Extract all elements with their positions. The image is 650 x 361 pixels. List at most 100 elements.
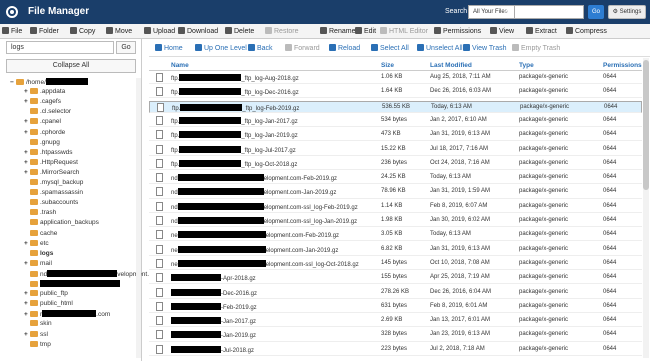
file-name[interactable]: -Feb-2019.gz (171, 302, 257, 311)
file-row[interactable]: -Jan-2017.gz 2.69 KB Jan 13, 2017, 6:01 AM… (149, 315, 642, 328)
column-header-last-modified[interactable]: Last Modified (430, 62, 472, 69)
file-row[interactable]: ne elopment.com-Feb-2019.gz 3.05 KB Today, … (149, 229, 642, 242)
file-row[interactable]: ftp. _ftp_log-Dec-2016.gz 1.64 KB Dec 26, 2… (149, 86, 642, 99)
search-go-button[interactable]: Go (588, 5, 604, 19)
column-header-size[interactable]: Size (381, 62, 394, 69)
file-name[interactable]: ftp. _ftp_log-Jan-2017.gz (171, 116, 298, 125)
file-name[interactable]: ftp. _ftp_log-Jan-2019.gz (171, 131, 298, 139)
tree-folder-publicftp[interactable]: + public_ftp (24, 290, 68, 300)
file-row[interactable]: -Apr-2018.gz 155 bytes Apr 25, 2018, 7:19 … (149, 272, 642, 285)
file-row[interactable]: ftp. _ftp_log-Oct-2018.gz 236 bytes Oct 24,… (149, 158, 642, 170)
tree-folder-appdata[interactable]: + .appdata (24, 88, 65, 98)
toolbar-move-button[interactable]: Move (106, 27, 132, 35)
tree-folder-ssl[interactable]: + ssl (24, 330, 48, 341)
tree-folder-cagefs[interactable]: + .cagefs (24, 98, 61, 108)
tree-folder-mirrorsearch[interactable]: + .MirrorSearch (24, 168, 79, 179)
file-name[interactable]: ne elopment.com-Feb-2019.gz (171, 231, 339, 239)
tree-folder-htpasswds[interactable]: + .htpasswds (24, 148, 73, 159)
file-name[interactable]: -Jan-2017.gz (171, 317, 256, 325)
file-row[interactable]: -Jan-2019.gz 328 bytes Jan 23, 2019, 6:13 … (149, 329, 642, 342)
file-name[interactable]: nd elopment.com-Feb-2019.gz (171, 174, 337, 182)
file-name[interactable]: ne elopment.com-ssl_log-Oct-2018.gz (171, 259, 359, 268)
file-row[interactable]: -Dec-2016.gz 278.26 KB Dec 26, 2016, 6:04 … (149, 287, 642, 299)
file-row[interactable]: ne elopment.com-ssl_log-Oct-2018.gz 145 by… (149, 258, 642, 271)
nav-unselect-all-button[interactable]: Unselect All (417, 44, 463, 52)
tree-folder-home[interactable]: −/home/ (10, 78, 88, 88)
toolbar-download-button[interactable]: Download (178, 27, 218, 35)
toolbar-delete-button[interactable]: Delete (225, 27, 254, 35)
tree-folder-logs[interactable]: logs (24, 249, 53, 260)
toolbar-copy-button[interactable]: Copy (70, 27, 95, 35)
tree-folder-redacted[interactable] (24, 280, 120, 290)
tree-folder-etc[interactable]: + etc (24, 239, 49, 250)
tree-folder-clselector[interactable]: .cl.selector (24, 108, 71, 118)
file-row[interactable]: nd elopment.com-Jan-2019.gz 78.96 KB Jan 31… (149, 186, 642, 199)
tree-folder-mysqlbackup[interactable]: .mysql_backup (24, 179, 83, 189)
file-name[interactable]: -Jul-2018.gz (171, 345, 254, 354)
tree-folder-httprequest[interactable]: + .HttpRequest (24, 158, 78, 169)
file-row[interactable]: nd elopment.com-ssl_log-Feb-2019.gz 1.14 K… (149, 201, 642, 213)
column-header-name[interactable]: Name (171, 62, 189, 69)
collapse-all-button[interactable]: Collapse All (6, 59, 136, 73)
tree-folder-mail[interactable]: + mail (24, 259, 52, 270)
tree-folder-nd[interactable]: nd velopment. (24, 269, 149, 280)
tree-folder-r[interactable]: + r .com (24, 310, 110, 320)
file-name[interactable]: ftp. _ftp_log-Aug-2018.gz (171, 74, 299, 82)
toolbar-view-button[interactable]: View (490, 27, 514, 35)
column-header-permissions[interactable]: Permissions (603, 62, 642, 69)
toolbar-permissions-button[interactable]: Permissions (434, 27, 481, 35)
file-row[interactable]: ftp. _ftp_log-Jul-2017.gz 15.22 KB Jul 18, … (149, 144, 642, 156)
tree-search-input[interactable]: logs (6, 41, 114, 54)
tree-folder-publichtml[interactable]: + public_html (24, 300, 73, 310)
file-row[interactable]: ftp. _ftp_log-Feb-2019.gz 536.55 KB Today, … (149, 100, 642, 113)
file-name[interactable]: ftp. _ftp_log-Jul-2017.gz (171, 145, 296, 154)
toolbar-extract-button[interactable]: Extract (526, 27, 557, 35)
file-name[interactable]: -Dec-2016.gz (171, 288, 257, 297)
file-name[interactable]: -Jan-2019.gz (171, 331, 256, 339)
file-row[interactable]: -Feb-2019.gz 631 bytes Feb 8, 2019, 6:01 A… (149, 301, 642, 313)
tree-folder-cphorde[interactable]: + .cphorde (24, 128, 65, 139)
tree-folder-spamassassin[interactable]: .spamassassin (24, 189, 83, 199)
tree-folder-skin[interactable]: skin (24, 320, 52, 330)
file-row[interactable]: ftp. _ftp_log-Jan-2019.gz 473 KB Jan 31, 20… (149, 129, 642, 142)
nav-reload-button[interactable]: Reload (329, 44, 360, 52)
tree-go-button[interactable]: Go (116, 41, 136, 54)
file-name[interactable]: ne elopment.com-Jan-2019.gz (171, 245, 338, 254)
file-name[interactable]: -Apr-2018.gz (171, 274, 256, 282)
file-scrollbar-thumb[interactable] (643, 60, 649, 190)
file-name[interactable]: nd elopment.com-ssl_log-Jan-2019.gz (171, 217, 357, 225)
tree-scrollbar[interactable] (136, 78, 141, 358)
tree-folder-applicationbackups[interactable]: application_backups (24, 219, 99, 229)
settings-button[interactable]: ⚙ Settings (608, 5, 646, 19)
file-name[interactable]: ftp. _ftp_log-Dec-2016.gz (171, 88, 299, 96)
nav-back-button[interactable]: Back (248, 44, 273, 52)
toolbar-edit-button[interactable]: Edit (355, 27, 376, 35)
nav-up-one-level-button[interactable]: Up One Level (195, 44, 247, 52)
toolbar-file-button[interactable]: File (2, 27, 22, 35)
nav-home-button[interactable]: Home (155, 44, 183, 52)
tree-folder-trash[interactable]: .trash (24, 209, 56, 219)
tree-folder-gnupg[interactable]: .gnupg (24, 138, 60, 149)
search-input[interactable] (514, 5, 584, 19)
column-header-type[interactable]: Type (519, 62, 534, 69)
file-row[interactable]: ftp. _ftp_log-Aug-2018.gz 1.06 KB Aug 25, 2… (149, 72, 642, 85)
file-name[interactable]: nd elopment.com-ssl_log-Feb-2019.gz (171, 202, 358, 211)
file-name[interactable]: ftp. _ftp_log-Feb-2019.gz (172, 103, 299, 112)
file-row[interactable]: -Jul-2018.gz 223 bytes Jul 2, 2018, 7:18 A… (149, 344, 642, 356)
toolbar-rename-button[interactable]: Rename (320, 27, 355, 35)
file-row[interactable]: ne elopment.com-Jan-2019.gz 6.82 KB Jan 31,… (149, 244, 642, 256)
file-row[interactable]: nd elopment.com-Feb-2019.gz 24.25 KB Today,… (149, 172, 642, 185)
toolbar-compress-button[interactable]: Compress (566, 27, 607, 35)
tree-folder-cache[interactable]: cache (24, 229, 57, 240)
file-row[interactable]: ftp. _ftp_log-Jan-2017.gz 534 bytes Jan 2, … (149, 115, 642, 128)
nav-select-all-button[interactable]: Select All (371, 44, 409, 52)
tree-folder-subaccounts[interactable]: .subaccounts (24, 199, 78, 209)
file-row[interactable]: nd elopment.com-ssl_log-Jan-2019.gz 1.98 K… (149, 215, 642, 228)
tree-folder-cpanel[interactable]: + .cpanel (24, 118, 61, 128)
file-name[interactable]: ftp. _ftp_log-Oct-2018.gz (171, 159, 297, 168)
nav-view-trash-button[interactable]: View Trash (463, 44, 507, 52)
toolbar-upload-button[interactable]: Upload (144, 27, 175, 35)
file-name[interactable]: nd elopment.com-Jan-2019.gz (171, 188, 336, 196)
toolbar-folder-button[interactable]: Folder (30, 27, 59, 35)
tree-folder-tmp[interactable]: tmp (24, 340, 51, 351)
